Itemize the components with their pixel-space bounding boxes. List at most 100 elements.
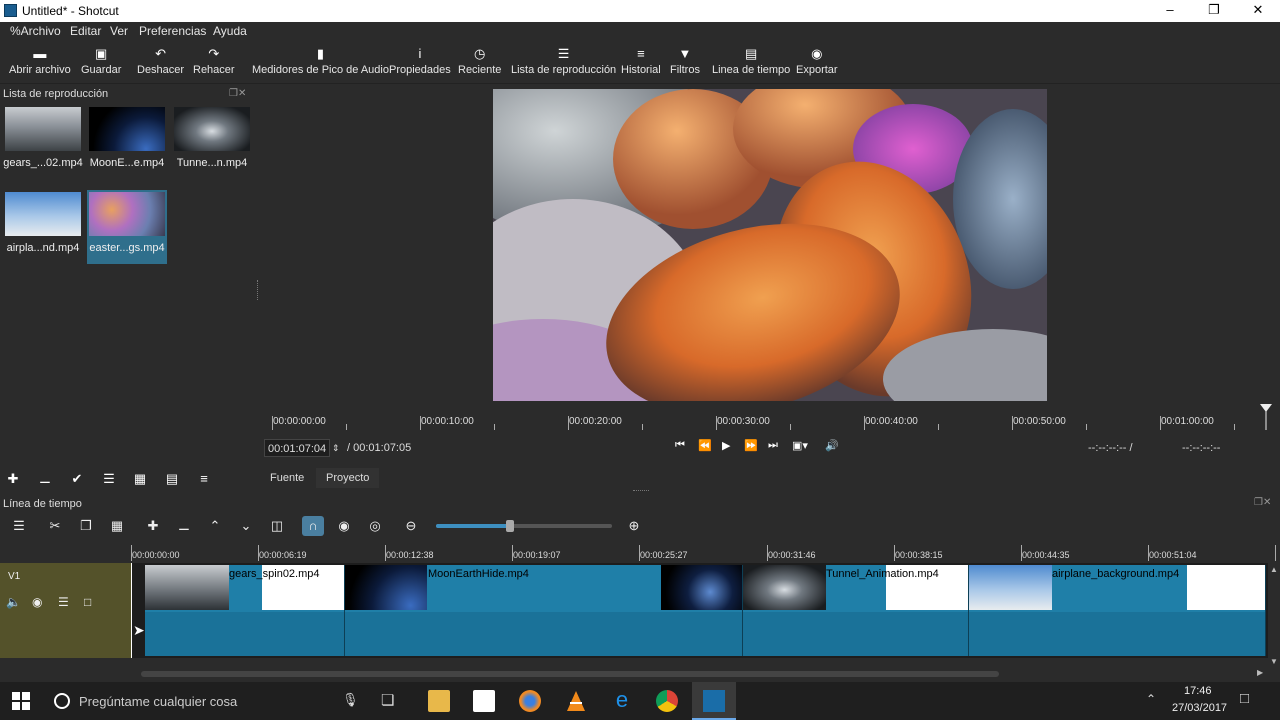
- split-icon[interactable]: ◫: [266, 516, 288, 536]
- zoom-out-icon[interactable]: ⊖: [400, 516, 422, 536]
- menu-preferencias[interactable]: Preferencias: [139, 24, 206, 38]
- playlist-item[interactable]: MoonE...e.mp4: [87, 105, 167, 179]
- tab-fuente[interactable]: Fuente: [260, 468, 314, 488]
- timeline-button[interactable]: ▤ Linea de tiempo: [712, 46, 790, 76]
- rewind-icon[interactable]: ⏪: [698, 439, 712, 452]
- history-button[interactable]: ≡ Historial: [621, 46, 661, 76]
- composite-icon[interactable]: ☰: [58, 595, 69, 609]
- menu-ayuda[interactable]: Ayuda: [213, 24, 247, 38]
- notifications-icon[interactable]: □: [1240, 690, 1249, 707]
- mute-icon[interactable]: 🔈: [6, 595, 21, 609]
- timeline-clip[interactable]: airplane_background.mp4: [969, 565, 1266, 656]
- playhead-marker[interactable]: [1260, 404, 1272, 430]
- volume-icon[interactable]: 🔊: [825, 439, 839, 452]
- details-view-icon[interactable]: ☰: [98, 468, 120, 490]
- playlist-item-selected[interactable]: easter...gs.mp4: [87, 190, 167, 264]
- player-ruler[interactable]: 00:00:00:00 00:00:10:00 00:00:20:00 00:0…: [272, 404, 1272, 432]
- lift-icon[interactable]: ⌃: [204, 516, 226, 536]
- skip-next-icon[interactable]: ⏭: [768, 439, 778, 452]
- track-name: V1: [8, 571, 21, 582]
- timeline-clip[interactable]: Tunnel_Animation.mp4: [743, 565, 969, 656]
- file-explorer-icon[interactable]: [428, 690, 450, 712]
- close-button[interactable]: ✕: [1236, 0, 1280, 22]
- timecode-field[interactable]: 00:01:07:04: [264, 439, 331, 457]
- panel-float-icon[interactable]: ❐✕: [229, 88, 246, 99]
- scrub-eye-icon[interactable]: ◉: [333, 516, 355, 536]
- paste-icon[interactable]: ▦: [106, 516, 128, 536]
- zoom-in-icon[interactable]: ⊕: [623, 516, 645, 536]
- timeline-ruler[interactable]: 00:00:00:00 00:00:06:19 00:00:12:38 00:0…: [131, 545, 1280, 563]
- microphone-icon[interactable]: 🎙: [342, 692, 359, 708]
- update-icon[interactable]: ✔: [66, 468, 88, 490]
- fast-forward-icon[interactable]: ⏩: [744, 439, 758, 452]
- panel-float-icon[interactable]: ❐✕: [1254, 497, 1271, 508]
- menu-icon[interactable]: ≡: [193, 468, 215, 490]
- recent-button[interactable]: ◷ Reciente: [458, 46, 501, 76]
- timeline-clip[interactable]: MoonEarthHide.mp4: [345, 565, 743, 656]
- timeline-menu-icon[interactable]: ☰: [8, 516, 30, 536]
- menu-archivo[interactable]: %Archivo: [10, 24, 61, 38]
- cortana-icon[interactable]: [54, 693, 70, 709]
- store-icon[interactable]: [473, 690, 495, 712]
- menu-editar[interactable]: Editar: [70, 24, 101, 38]
- taskbar-search[interactable]: Pregúntame cualquier cosa: [79, 694, 237, 709]
- ripple-icon[interactable]: ◎: [364, 516, 386, 536]
- splitter-handle[interactable]: [257, 280, 259, 300]
- restore-button[interactable]: ❐: [1192, 0, 1236, 22]
- timeline-tracks[interactable]: gears_spin02.mp4 MoonEarthHide.mp4 Tunne…: [131, 563, 1268, 658]
- playlist-item[interactable]: Tunne...n.mp4: [172, 105, 252, 179]
- lock-icon[interactable]: □: [84, 595, 91, 609]
- tiles-view-icon[interactable]: ▦: [129, 468, 151, 490]
- menu-ver[interactable]: Ver: [110, 24, 128, 38]
- hide-eye-icon[interactable]: ◉: [32, 595, 42, 609]
- chrome-icon[interactable]: [656, 690, 678, 712]
- save-button[interactable]: ▣ Guardar: [81, 46, 121, 76]
- video-viewer[interactable]: [493, 89, 1047, 401]
- skip-previous-icon[interactable]: ⏮: [675, 439, 685, 452]
- splitter-handle[interactable]: [633, 490, 649, 492]
- scrollbar-thumb[interactable]: [141, 671, 999, 677]
- vlc-icon[interactable]: [565, 690, 587, 712]
- audio-meters-button[interactable]: ▮ Medidores de Pico de Audio: [252, 46, 389, 76]
- edge-icon[interactable]: e: [611, 689, 633, 712]
- timecode-spin-icon[interactable]: ⇕: [332, 439, 340, 457]
- add-icon[interactable]: ✚: [2, 468, 24, 490]
- playlist-toolbar: ✚ ⚊ ✔ ☰ ▦ ▤ ≡: [0, 466, 255, 492]
- tab-proyecto[interactable]: Proyecto: [316, 468, 380, 488]
- video-frame: [493, 89, 1047, 401]
- undo-button[interactable]: ↶ Deshacer: [137, 46, 184, 76]
- timeline-clip[interactable]: gears_spin02.mp4: [145, 565, 345, 656]
- clock-time[interactable]: 17:46: [1184, 685, 1212, 697]
- task-view-icon[interactable]: ❏: [381, 691, 394, 709]
- ripple-delete-icon[interactable]: ⚊: [173, 516, 195, 536]
- copy-icon[interactable]: ❐: [75, 516, 97, 536]
- shotcut-taskbar-button[interactable]: [692, 682, 736, 720]
- overwrite-icon[interactable]: ⌄: [235, 516, 257, 536]
- redo-button[interactable]: ↷ Rehacer: [193, 46, 235, 76]
- playlist-item[interactable]: airpla...nd.mp4: [3, 190, 83, 264]
- clock-date[interactable]: 27/03/2017: [1172, 702, 1227, 714]
- firefox-icon[interactable]: [519, 690, 541, 712]
- minimize-button[interactable]: –: [1148, 0, 1192, 22]
- playlist-button[interactable]: ☰ Lista de reproducción: [511, 46, 616, 76]
- append-icon[interactable]: ✚: [142, 516, 164, 536]
- show-hidden-icons[interactable]: ⌃: [1146, 692, 1156, 706]
- export-button[interactable]: ◉ Exportar: [796, 46, 838, 76]
- remove-icon[interactable]: ⚊: [34, 468, 56, 490]
- vertical-scrollbar[interactable]: ▲ ▼: [1268, 563, 1280, 668]
- zoom-slider-handle[interactable]: [506, 520, 514, 532]
- properties-button[interactable]: i Propiedades: [389, 46, 451, 76]
- open-file-button[interactable]: ▬ Abrir archivo: [9, 46, 71, 76]
- timeline-playhead[interactable]: [131, 563, 132, 658]
- windows-start-icon[interactable]: [12, 692, 34, 714]
- horizontal-scrollbar[interactable]: ▶: [131, 668, 1268, 680]
- cut-icon[interactable]: ✂: [44, 516, 66, 536]
- zoom-fit-icon[interactable]: ▣▾: [792, 439, 808, 452]
- zoom-slider[interactable]: [436, 520, 612, 532]
- icons-view-icon[interactable]: ▤: [161, 468, 183, 490]
- track-header-v1[interactable]: V1 🔈 ◉ ☰ □: [0, 563, 131, 658]
- filters-button[interactable]: ▼ Filtros: [670, 46, 700, 76]
- snap-magnet-icon[interactable]: ∩: [302, 516, 324, 536]
- play-icon[interactable]: ▶: [722, 439, 730, 452]
- playlist-item[interactable]: gears_...02.mp4: [3, 105, 83, 179]
